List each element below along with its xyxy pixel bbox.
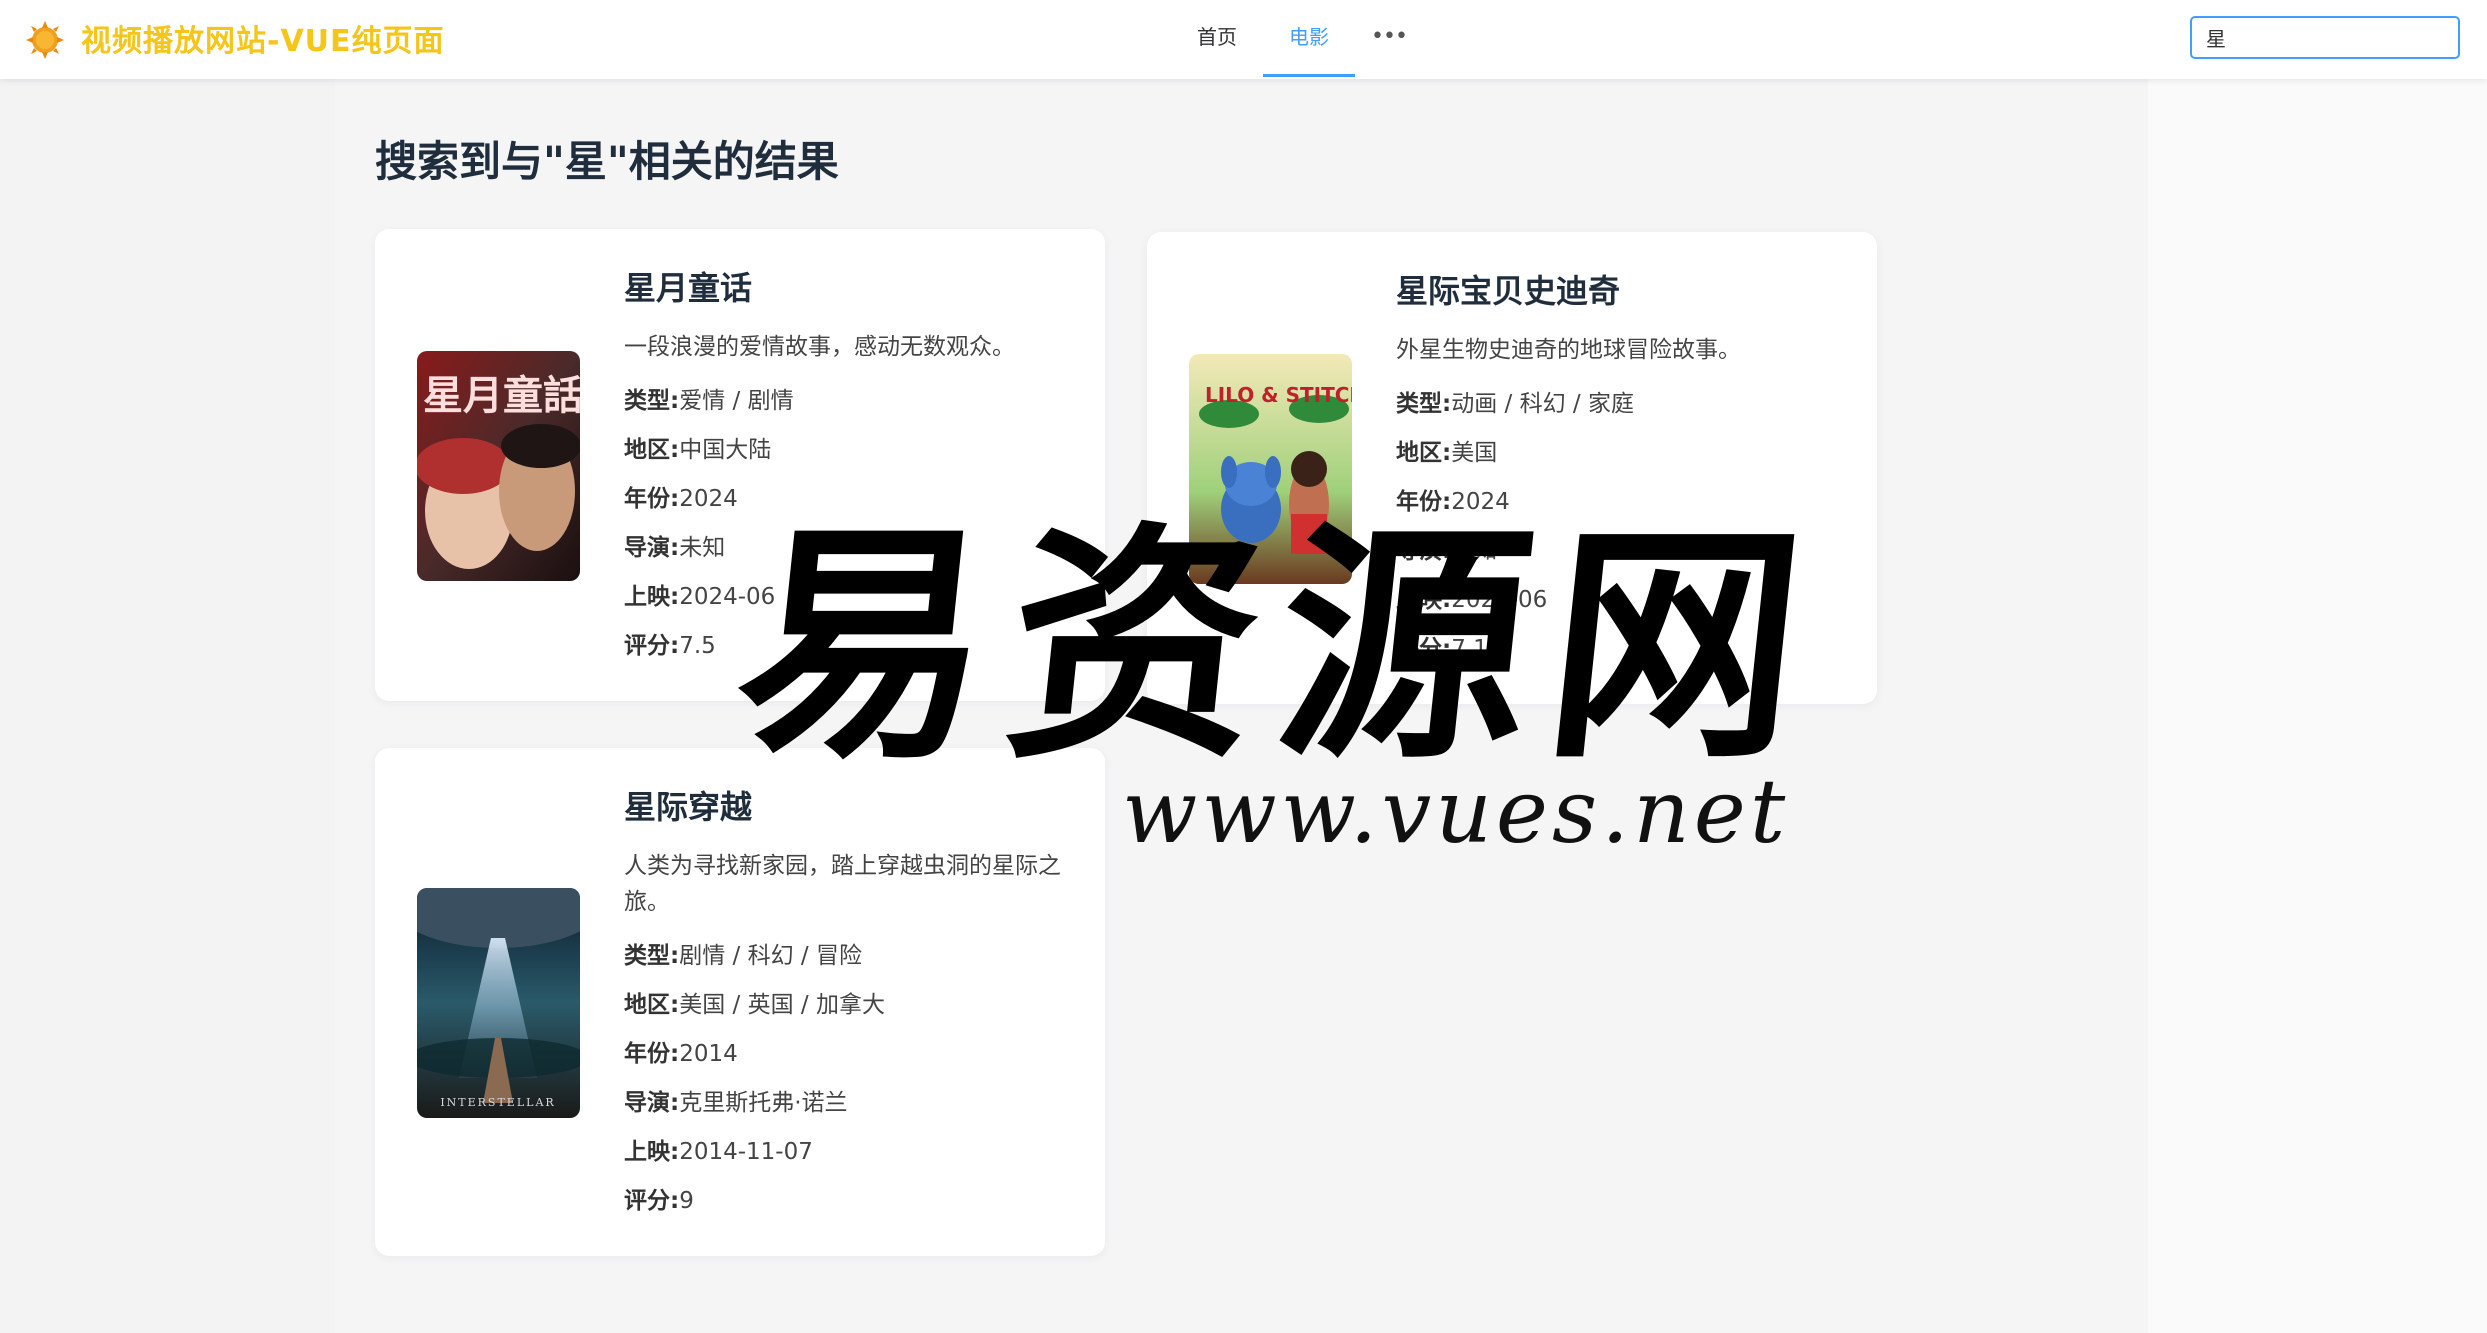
director-value: 未知 <box>679 535 726 561</box>
page-background-left <box>0 79 335 1333</box>
top-navbar: 视频播放网站-VUE纯页面 首页 电影 ••• <box>0 0 2487 79</box>
movie-card[interactable]: INTERSTELLAR 星际穿越 人类为寻找新家园，踏上穿越虫洞的星际之旅。 … <box>375 748 1105 1256</box>
year-label: 年份: <box>624 486 680 512</box>
search-result-title: 搜索到与"星"相关的结果 <box>375 137 839 186</box>
region-label: 地区: <box>624 992 680 1018</box>
page-background-right <box>2148 79 2487 1333</box>
movie-info: 星际穿越 人类为寻找新家园，踏上穿越虫洞的星际之旅。 类型:剧情 / 科幻 / … <box>624 782 1074 1226</box>
genre-row: 类型:剧情 / 科幻 / 冒险 <box>624 932 1074 981</box>
region-label: 地区: <box>1396 440 1452 466</box>
genre-label: 类型: <box>624 388 680 414</box>
rating-label: 评分: <box>624 1188 680 1214</box>
search-input[interactable] <box>2190 16 2460 59</box>
poster-caption: LILO & STITCH 2 <box>1205 383 1352 407</box>
movie-poster[interactable]: 星月童話 <box>417 351 580 581</box>
genre-value: 剧情 / 科幻 / 冒险 <box>679 943 862 969</box>
rating-value: 7.5 <box>679 633 716 659</box>
director-value: 克里斯托弗·诺兰 <box>679 1090 848 1116</box>
release-label: 上映: <box>624 584 680 610</box>
movie-description: 人类为寻找新家园，踏上穿越虫洞的星际之旅。 <box>624 853 1061 915</box>
region-row: 地区:美国 / 英国 / 加拿大 <box>624 981 1074 1030</box>
genre-label: 类型: <box>1396 391 1452 417</box>
rating-row: 评分:9 <box>624 1177 1074 1226</box>
director-label: 导演: <box>624 535 680 561</box>
genre-row: 类型:动画 / 科幻 / 家庭 <box>1396 380 1846 429</box>
genre-label: 类型: <box>624 943 680 969</box>
rating-label: 评分: <box>624 633 680 659</box>
genre-value: 动画 / 科幻 / 家庭 <box>1451 391 1634 417</box>
region-row: 地区:美国 <box>1396 429 1846 478</box>
watermark-url: www.vues.net <box>1122 760 1790 863</box>
rating-value: 9 <box>679 1188 694 1214</box>
poster-image: 星月童話 <box>417 351 580 581</box>
director-label: 导演: <box>624 1090 680 1116</box>
nav-item-home[interactable]: 首页 <box>1171 0 1263 77</box>
movie-poster[interactable]: INTERSTELLAR <box>417 888 580 1118</box>
region-value: 美国 / 英国 / 加拿大 <box>679 992 885 1018</box>
movie-description: 一段浪漫的爱情故事，感动无数观众。 <box>624 334 1015 360</box>
nav-item-movie[interactable]: 电影 <box>1263 0 1355 77</box>
genre-row: 类型:爱情 / 剧情 <box>624 377 1074 426</box>
region-value: 中国大陆 <box>679 437 772 463</box>
year-row: 年份:2014 <box>624 1030 1074 1079</box>
logo-icon <box>26 21 64 59</box>
poster-caption: 星月童話 <box>423 372 580 419</box>
release-row: 上映:2014-11-07 <box>624 1128 1074 1177</box>
poster-caption: INTERSTELLAR <box>440 1096 555 1109</box>
year-label: 年份: <box>624 1041 680 1067</box>
region-label: 地区: <box>624 437 680 463</box>
region-value: 美国 <box>1451 440 1498 466</box>
nav-more-icon[interactable]: ••• <box>1355 0 1423 77</box>
movie-title[interactable]: 星际宝贝史迪奇 <box>1396 266 1846 312</box>
release-value: 2014-11-07 <box>679 1139 813 1165</box>
movie-title[interactable]: 星月童话 <box>624 263 1074 309</box>
year-value: 2024 <box>679 486 738 512</box>
poster-image: INTERSTELLAR <box>417 888 580 1118</box>
director-row: 导演:克里斯托弗·诺兰 <box>624 1079 1074 1128</box>
genre-value: 爱情 / 剧情 <box>679 388 794 414</box>
release-label: 上映: <box>624 1139 680 1165</box>
site-title[interactable]: 视频播放网站-VUE纯页面 <box>81 16 445 60</box>
year-value: 2014 <box>679 1041 738 1067</box>
region-row: 地区:中国大陆 <box>624 426 1074 475</box>
movie-description: 外星生物史迪奇的地球冒险故事。 <box>1396 337 1741 363</box>
